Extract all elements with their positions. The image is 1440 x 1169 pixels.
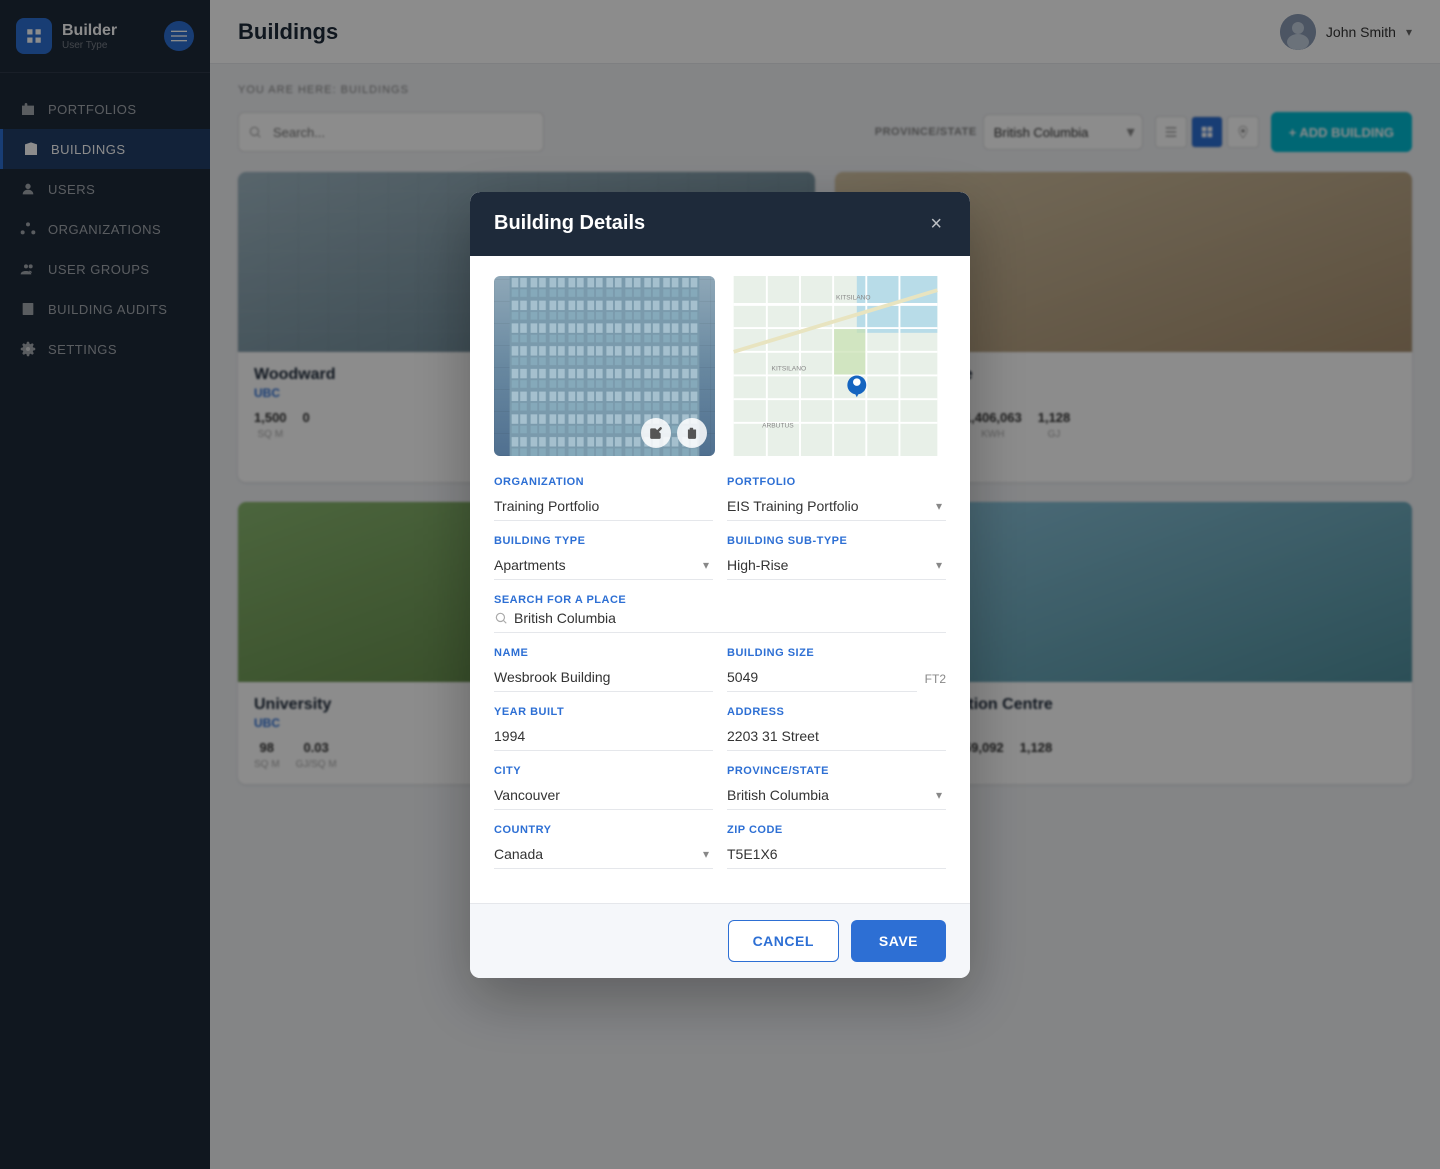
zip-input[interactable] [727,840,946,869]
organization-label: ORGANIZATION [494,476,713,488]
city-input[interactable] [494,781,713,810]
country-zip-row: COUNTRY Canada ZIP CODE [494,824,946,869]
building-size-input[interactable] [727,663,917,692]
svg-text:KITSILANO: KITSILANO [836,294,871,301]
building-type-label: BUILDING TYPE [494,535,713,547]
country-select-wrap: Canada [494,840,713,869]
size-row: FT2 [727,663,946,692]
province-label: PROVINCE/STATE [727,765,946,777]
portfolio-label: PORTFOLIO [727,476,946,488]
province-select[interactable]: British Columbia [727,781,946,810]
building-type-select-wrap: Apartments [494,551,713,580]
address-input[interactable] [727,722,946,751]
portfolio-select[interactable]: EIS Training Portfolio [727,492,946,521]
name-label: NAME [494,647,713,659]
search-place-input[interactable] [514,610,946,626]
edit-photo-button[interactable] [641,418,671,448]
svg-text:KITSILANO: KITSILANO [772,365,807,372]
zip-field: ZIP CODE [727,824,946,869]
city-field: CITY [494,765,713,810]
modal-title: Building Details [494,212,645,235]
search-place-label: SEARCH FOR A PLACE [494,594,946,606]
country-field: COUNTRY Canada [494,824,713,869]
images-row: KITSILANO KITSILANO ARBUTUS [494,276,946,456]
building-size-field: BUILDING SIZE FT2 [727,647,946,692]
name-input[interactable] [494,663,713,692]
modal-footer: CANCEL SAVE [470,903,970,978]
address-field: ADDRESS [727,706,946,751]
type-row: BUILDING TYPE Apartments BUILDING SUB-TY… [494,535,946,580]
modal-header: Building Details × [470,192,970,256]
province-field: PROVINCE/STATE British Columbia [727,765,946,810]
year-built-input[interactable] [494,722,713,751]
name-size-row: NAME BUILDING SIZE FT2 [494,647,946,692]
portfolio-select-wrap: EIS Training Portfolio [727,492,946,521]
building-photo-box [494,276,715,456]
search-place-input-row [494,610,946,633]
save-button[interactable]: SAVE [851,920,946,962]
building-type-field: BUILDING TYPE Apartments [494,535,713,580]
building-sub-type-select-wrap: High-Rise [727,551,946,580]
search-place-field: SEARCH FOR A PLACE [494,594,946,633]
name-field: NAME [494,647,713,692]
address-label: ADDRESS [727,706,946,718]
search-place-icon [494,611,508,625]
svg-text:ARBUTUS: ARBUTUS [762,422,794,429]
org-portfolio-row: ORGANIZATION Training Portfolio PORTFOLI… [494,476,946,521]
size-unit: FT2 [925,672,946,692]
building-sub-type-select[interactable]: High-Rise [727,551,946,580]
country-label: COUNTRY [494,824,713,836]
photo-actions [641,418,707,448]
year-address-row: YEAR BUILT ADDRESS [494,706,946,751]
organization-value: Training Portfolio [494,492,713,521]
map-box: KITSILANO KITSILANO ARBUTUS [725,276,946,456]
year-built-field: YEAR BUILT [494,706,713,751]
country-select[interactable]: Canada [494,840,713,869]
year-built-label: YEAR BUILT [494,706,713,718]
building-type-select[interactable]: Apartments [494,551,713,580]
city-province-row: CITY PROVINCE/STATE British Columbia [494,765,946,810]
building-sub-type-field: BUILDING SUB-TYPE High-Rise [727,535,946,580]
cancel-button[interactable]: CANCEL [728,920,839,962]
province-select-wrap: British Columbia [727,781,946,810]
modal-close-button[interactable]: × [926,210,946,238]
portfolio-field: PORTFOLIO EIS Training Portfolio [727,476,946,521]
zip-label: ZIP CODE [727,824,946,836]
delete-photo-button[interactable] [677,418,707,448]
modal-body: KITSILANO KITSILANO ARBUTUS ORGANIZATION… [470,256,970,903]
organization-field: ORGANIZATION Training Portfolio [494,476,713,521]
building-details-modal: Building Details × [470,192,970,978]
building-sub-type-label: BUILDING SUB-TYPE [727,535,946,547]
building-size-label: BUILDING SIZE [727,647,946,659]
city-label: CITY [494,765,713,777]
modal-overlay[interactable]: Building Details × [0,0,1440,1169]
